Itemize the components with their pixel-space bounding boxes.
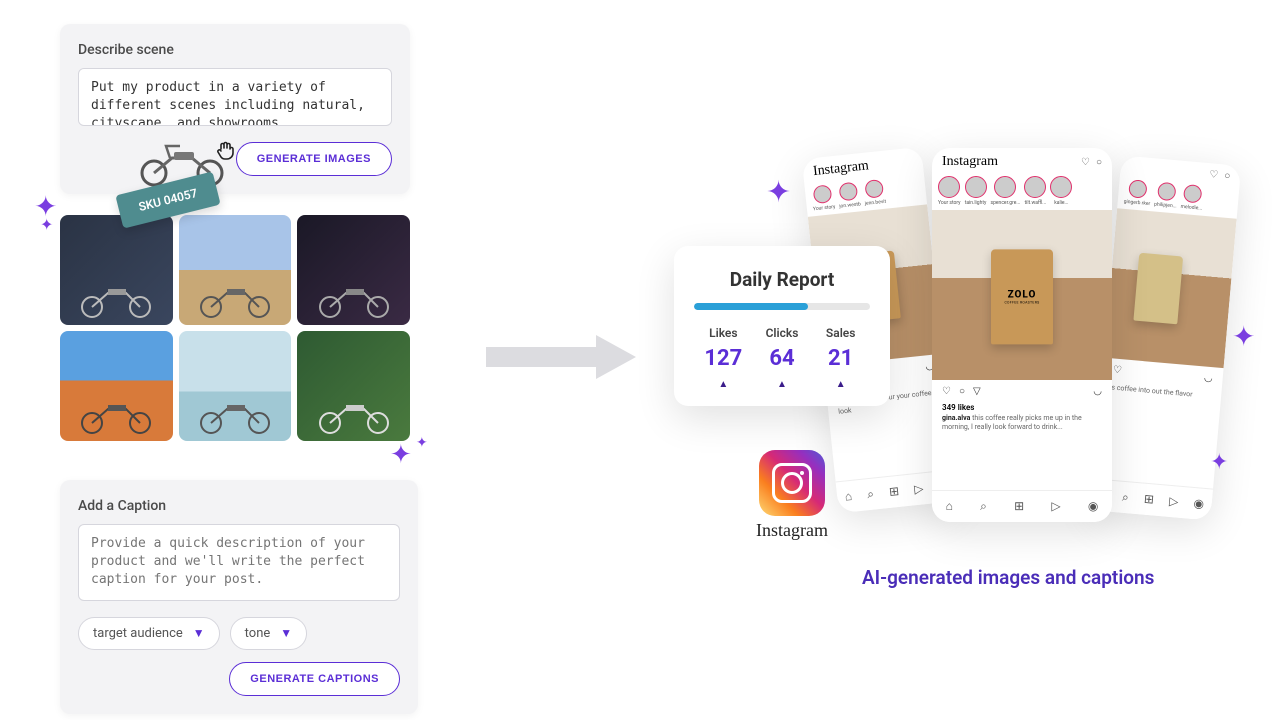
- triangle-up-icon: ▲: [753, 379, 812, 390]
- bookmark-icon[interactable]: ◡: [1093, 386, 1102, 397]
- stat-sales: Sales 21 ▲: [811, 326, 870, 390]
- search-icon[interactable]: ⌕: [980, 499, 987, 514]
- sparkle-icon: ✦: [766, 175, 791, 210]
- describe-title: Describe scene: [78, 42, 392, 58]
- instagram-badge: Instagram: [746, 450, 838, 541]
- generate-captions-button[interactable]: GENERATE CAPTIONS: [229, 662, 400, 696]
- bottom-nav: ⌂ ⌕ ⊞ ▷ ◉: [932, 490, 1112, 522]
- heart-icon: ♡: [1081, 157, 1090, 168]
- caption-card: Add a Caption target audience ▼ tone ▼ G…: [60, 480, 418, 714]
- triangle-up-icon: ▲: [811, 379, 870, 390]
- instagram-wordmark: Instagram: [746, 520, 838, 541]
- profile-icon[interactable]: ◉: [1088, 499, 1098, 514]
- phone-mockup-center: Instagram ♡ ○ Your story tain.lighty spen…: [932, 148, 1112, 522]
- tone-label: tone: [245, 626, 271, 641]
- instagram-logo-text: Instagram: [942, 154, 998, 170]
- story-item[interactable]: kalie...: [1050, 176, 1072, 206]
- heart-icon[interactable]: ♡: [942, 386, 951, 397]
- story-item[interactable]: tilt.waffl...: [1024, 176, 1046, 206]
- sparkle-icon: ✦: [416, 435, 428, 451]
- coffee-brand: ZOLO: [1008, 289, 1037, 300]
- chevron-down-icon: ▼: [193, 626, 205, 640]
- stories-row: Your story tain.lighty spencer.gre... ti…: [932, 172, 1112, 210]
- instagram-app-icon: [759, 450, 825, 516]
- generated-image[interactable]: [179, 331, 292, 441]
- grab-cursor-icon: [214, 138, 238, 168]
- post-image: [1104, 208, 1237, 368]
- generated-image[interactable]: [297, 331, 410, 441]
- generated-image[interactable]: [60, 331, 173, 441]
- tone-select[interactable]: tone ▼: [230, 617, 308, 650]
- share-icon[interactable]: ▽: [973, 386, 981, 397]
- story-item[interactable]: Your story: [938, 176, 961, 206]
- daily-report-card: Daily Report Likes 127 ▲ Clicks 64 ▲ Sal…: [674, 246, 890, 406]
- triangle-up-icon: ▲: [694, 379, 753, 390]
- messenger-icon: ○: [1096, 157, 1102, 168]
- add-icon[interactable]: ⊞: [1014, 499, 1024, 514]
- progress-bar: [694, 303, 870, 310]
- tagline: AI-generated images and captions: [862, 566, 1154, 589]
- generate-images-button[interactable]: GENERATE IMAGES: [236, 142, 392, 176]
- comment-icon[interactable]: ○: [959, 386, 965, 397]
- coffee-subtitle: COFFEE ROASTERS: [1004, 300, 1039, 304]
- likes-count: 349 likes: [932, 403, 1112, 412]
- sparkle-icon: ✦: [1210, 450, 1228, 475]
- reels-icon[interactable]: ▷: [1051, 499, 1060, 514]
- chevron-down-icon: ▼: [280, 626, 292, 640]
- post-actions: ♡ ○ ▽ ◡: [932, 380, 1112, 403]
- sparkle-icon: ✦: [1232, 320, 1255, 353]
- post-caption: gina.alva this coffee really picks me up…: [932, 412, 1112, 434]
- post-image: ZOLO COFFEE ROASTERS: [932, 210, 1112, 380]
- report-title: Daily Report: [694, 268, 870, 291]
- stat-likes: Likes 127 ▲: [694, 326, 753, 390]
- caption-title: Add a Caption: [78, 498, 400, 514]
- stat-clicks: Clicks 64 ▲: [753, 326, 812, 390]
- audience-select[interactable]: target audience ▼: [78, 617, 220, 650]
- generated-image[interactable]: [297, 215, 410, 325]
- scene-input[interactable]: [78, 68, 392, 126]
- home-icon[interactable]: ⌂: [946, 499, 953, 514]
- audience-label: target audience: [93, 626, 183, 641]
- sparkle-icon: ✦: [40, 215, 53, 234]
- sparkle-icon: ✦: [390, 440, 412, 470]
- arrow-right-icon: [486, 335, 636, 379]
- caption-input[interactable]: [78, 524, 400, 601]
- story-item[interactable]: spencer.gre...: [991, 176, 1021, 206]
- story-item[interactable]: tain.lighty: [965, 176, 987, 206]
- generated-images-grid: [60, 215, 410, 441]
